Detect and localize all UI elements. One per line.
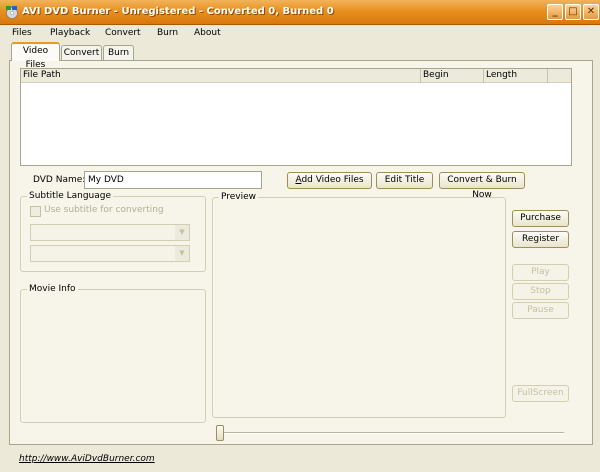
column-begin[interactable]: Begin <box>421 69 484 83</box>
subtitle-track-select[interactable]: ▼ <box>30 245 190 262</box>
maximize-button[interactable]: □ <box>565 4 581 20</box>
menu-bar: Files Playback Convert Burn About <box>0 25 600 42</box>
app-icon <box>6 6 18 19</box>
minimize-button[interactable]: _ <box>547 4 563 20</box>
video-file-list[interactable]: File Path Begin Length <box>20 68 572 166</box>
title-bar: AVI DVD Burner - Unregistered - Converte… <box>0 0 600 25</box>
window-title: AVI DVD Burner - Unregistered - Converte… <box>22 6 334 17</box>
menu-convert[interactable]: Convert <box>105 28 141 38</box>
movie-info-title: Movie Info <box>27 284 78 294</box>
close-button[interactable]: ✕ <box>583 4 599 20</box>
preview-group: Preview <box>212 192 506 418</box>
menu-burn[interactable]: Burn <box>157 28 178 38</box>
tab-video-files[interactable]: Video Files <box>11 42 60 70</box>
column-length[interactable]: Length <box>484 69 548 83</box>
seek-slider-track[interactable] <box>220 432 564 434</box>
pause-button[interactable]: Pause <box>512 302 569 319</box>
stop-button[interactable]: Stop <box>512 283 569 300</box>
preview-title: Preview <box>219 192 259 202</box>
movie-info-group: Movie Info <box>20 284 206 423</box>
convert-burn-now-button[interactable]: Convert & Burn Now <box>439 172 525 200</box>
play-button[interactable]: Play <box>512 264 569 281</box>
menu-playback[interactable]: Playback <box>50 28 90 38</box>
menu-files[interactable]: Files <box>12 28 32 38</box>
website-link[interactable]: http://www.AviDvdBurner.com <box>19 454 155 464</box>
seek-slider-thumb[interactable] <box>216 425 224 441</box>
use-subtitle-checkbox[interactable] <box>30 206 41 217</box>
register-button[interactable]: Register <box>512 231 569 248</box>
dvd-name-label: DVD Name: <box>33 175 86 185</box>
add-video-files-label: dd Video Files <box>301 175 364 185</box>
fullscreen-button[interactable]: FullScreen <box>512 385 569 402</box>
tab-convert[interactable]: Convert <box>61 45 102 61</box>
subtitle-group-title: Subtitle Language <box>27 191 114 201</box>
edit-title-button[interactable]: Edit Title <box>376 172 433 189</box>
add-video-files-button[interactable]: Add Video Files <box>287 172 372 189</box>
tab-burn[interactable]: Burn <box>103 45 134 61</box>
subtitle-language-select[interactable]: ▼ <box>30 224 190 241</box>
chevron-down-icon: ▼ <box>175 225 189 240</box>
use-subtitle-label: Use subtitle for converting <box>44 205 164 215</box>
chevron-down-icon: ▼ <box>175 246 189 261</box>
list-item[interactable] <box>21 84 571 96</box>
menu-about[interactable]: About <box>194 28 221 38</box>
purchase-button[interactable]: Purchase <box>512 210 569 227</box>
dvd-name-input[interactable]: My DVD <box>84 171 262 189</box>
list-header: File Path Begin Length <box>21 69 571 83</box>
column-file-path[interactable]: File Path <box>21 69 421 83</box>
